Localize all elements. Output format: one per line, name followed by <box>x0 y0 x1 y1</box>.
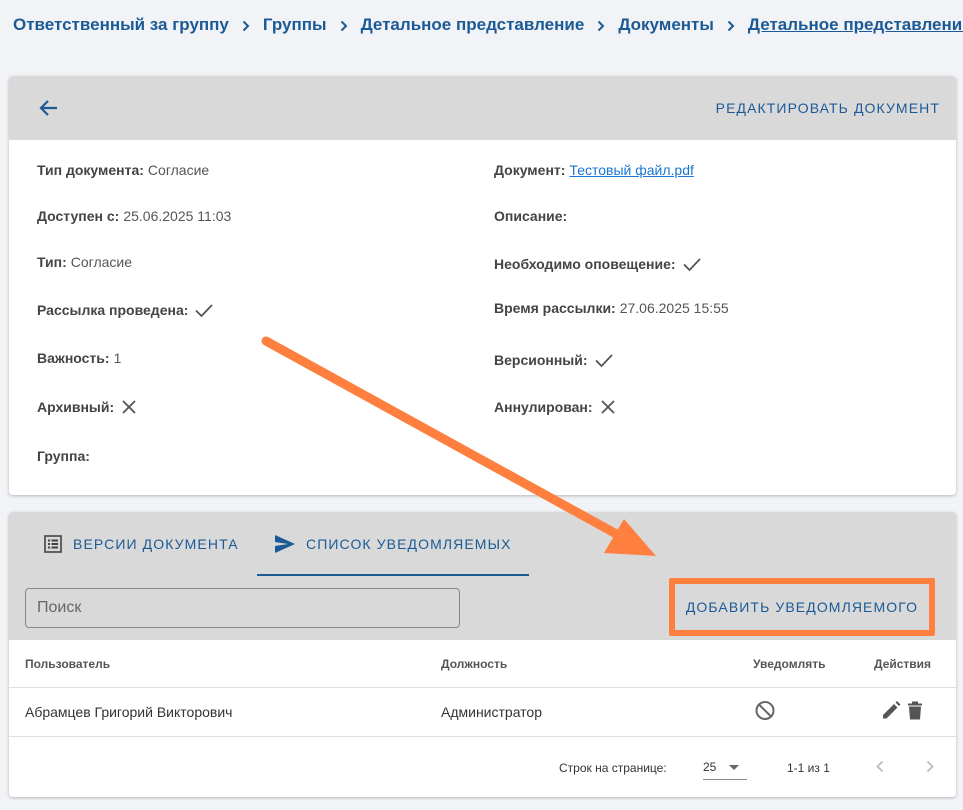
breadcrumb-item-group-detail[interactable]: Детальное представление <box>361 15 585 35</box>
field-group: Группа: <box>37 448 94 464</box>
field-label: Важность: <box>37 350 110 366</box>
cell-position: Администратор <box>441 704 543 720</box>
check-icon <box>682 258 701 272</box>
breadcrumb-item-document-detail[interactable]: Детальное представление <box>748 15 963 35</box>
field-document: Документ: Тестовый файл.pdf <box>494 162 694 178</box>
block-icon <box>754 700 776 725</box>
chevron-right-icon <box>589 15 613 35</box>
field-mailing-time: Время рассылки: 27.06.2025 15:55 <box>494 300 729 316</box>
check-icon <box>594 354 613 368</box>
edit-document-button[interactable]: РЕДАКТИРОВАТЬ ДОКУМЕНТ <box>716 100 940 116</box>
previous-page-icon[interactable] <box>873 759 887 776</box>
field-value: Согласие <box>147 162 210 178</box>
next-page-icon[interactable] <box>923 759 937 776</box>
field-description: Описание: <box>494 208 571 224</box>
field-importance: Важность: 1 <box>37 350 121 366</box>
field-label: Архивный: <box>37 399 115 415</box>
table-header: Пользователь Должность Уведомлять Действ… <box>9 640 956 688</box>
delete-icon[interactable] <box>907 701 923 724</box>
rows-per-page-label: Строк на странице: <box>559 760 667 775</box>
field-mailing-done: Рассылка проведена: <box>37 300 214 320</box>
rows-per-page-value: 25 <box>703 760 717 774</box>
page-range: 1-1 из 1 <box>787 760 830 775</box>
check-icon <box>195 304 214 318</box>
field-value: 27.06.2025 15:55 <box>619 300 729 316</box>
breadcrumb-item-groups[interactable]: Группы <box>263 15 327 35</box>
document-fields: Тип документа: Согласие Доступен с: 25.0… <box>9 140 956 495</box>
cross-icon <box>600 400 615 414</box>
field-label: Документ: <box>494 162 566 178</box>
document-detail-card: РЕДАКТИРОВАТЬ ДОКУМЕНТ Тип документа: Со… <box>9 76 956 495</box>
tab-label: ВЕРСИИ ДОКУМЕНТА <box>73 536 239 552</box>
recipients-card: ВЕРСИИ ДОКУМЕНТА СПИСОК УВЕДОМЛЯЕМЫХ ДОБ… <box>9 512 956 797</box>
field-label: Описание: <box>494 208 568 224</box>
list-icon <box>44 535 62 553</box>
tab-label: СПИСОК УВЕДОМЛЯЕМЫХ <box>306 536 512 552</box>
pagination: Строк на странице: 25 1-1 из 1 <box>9 738 956 797</box>
send-icon <box>275 535 295 553</box>
table-row: Абрамцев Григорий Викторович Администрат… <box>9 688 956 737</box>
field-versioned: Версионный: <box>494 350 614 370</box>
search-input[interactable] <box>25 588 460 628</box>
edit-icon[interactable] <box>881 701 901 724</box>
cross-icon <box>122 400 136 414</box>
field-available-from: Доступен с: 25.06.2025 11:03 <box>37 208 231 224</box>
document-file-link[interactable]: Тестовый файл.pdf <box>569 162 693 178</box>
rows-per-page-select[interactable]: 25 <box>703 756 747 780</box>
chevron-right-icon <box>332 15 356 35</box>
column-header-position[interactable]: Должность <box>441 657 507 671</box>
chevron-right-icon <box>719 15 743 35</box>
column-header-user[interactable]: Пользователь <box>25 657 110 671</box>
field-label: Рассылка проведена: <box>37 302 189 318</box>
breadcrumb-item-group-responsible[interactable]: Ответственный за группу <box>13 15 229 35</box>
caret-down-icon <box>729 764 740 770</box>
column-header-notify[interactable]: Уведомлять <box>753 657 825 671</box>
chevron-right-icon <box>234 15 258 35</box>
field-value: Согласие <box>70 254 133 270</box>
field-label: Версионный: <box>494 352 588 368</box>
field-notification-required: Необходимо оповещение: <box>494 254 702 274</box>
breadcrumb-item-documents[interactable]: Документы <box>618 15 714 35</box>
back-arrow-icon[interactable] <box>39 96 63 120</box>
field-value: 1 <box>113 350 122 366</box>
card-header: РЕДАКТИРОВАТЬ ДОКУМЕНТ <box>9 76 956 140</box>
field-label: Группа: <box>37 448 90 464</box>
add-recipient-button[interactable]: ДОБАВИТЬ УВЕДОМЛЯЕМОГО <box>669 578 935 636</box>
tabs-toolbar: ВЕРСИИ ДОКУМЕНТА СПИСОК УВЕДОМЛЯЕМЫХ ДОБ… <box>9 512 956 640</box>
field-value: 25.06.2025 11:03 <box>123 208 232 224</box>
field-label: Тип: <box>37 254 67 270</box>
active-tab-indicator <box>257 574 529 576</box>
column-header-actions: Действия <box>874 656 932 671</box>
breadcrumb: Ответственный за группу Группы Детальное… <box>13 15 963 35</box>
field-label: Доступен с: <box>37 208 120 224</box>
field-label: Тип документа: <box>37 162 144 178</box>
tab-document-versions[interactable]: ВЕРСИИ ДОКУМЕНТА <box>43 512 239 576</box>
tab-recipients-list[interactable]: СПИСОК УВЕДОМЛЯЕМЫХ <box>274 512 512 576</box>
field-label: Необходимо оповещение: <box>494 256 676 272</box>
field-type: Тип: Согласие <box>37 254 132 270</box>
field-doc-type: Тип документа: Согласие <box>37 162 209 178</box>
field-annulled: Аннулирован: <box>494 398 617 416</box>
cell-user: Абрамцев Григорий Викторович <box>25 704 233 720</box>
field-archived: Архивный: <box>37 398 138 416</box>
field-label: Аннулирован: <box>494 399 593 415</box>
field-label: Время рассылки: <box>494 300 616 316</box>
